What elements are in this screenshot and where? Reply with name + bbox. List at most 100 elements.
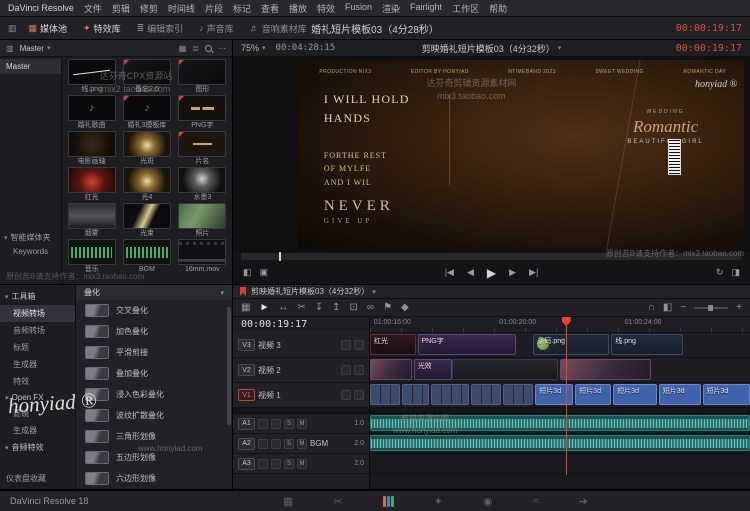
- marker-icon[interactable]: ◆: [401, 302, 409, 313]
- track-header-v3[interactable]: V3 视频 3: [233, 333, 369, 358]
- timeline-clip[interactable]: [430, 384, 469, 405]
- match-frame-icon[interactable]: ▣: [260, 267, 269, 278]
- toolbar-effects-library-button[interactable]: ✦ 特效库: [75, 17, 129, 39]
- transition-item[interactable]: 加色叠化: [76, 321, 232, 342]
- mute-icon[interactable]: M: [297, 438, 307, 449]
- overwrite-clip-icon[interactable]: ↥: [332, 302, 340, 313]
- page-fusion[interactable]: ✦: [434, 495, 443, 508]
- fx-sidebar-item[interactable]: 音频转场: [0, 322, 75, 339]
- menubar-item-4[interactable]: 时间线: [168, 2, 195, 15]
- clip-lane-v3[interactable]: 红光 PNG字 条码.png 线.png: [370, 333, 750, 358]
- track-header-v2[interactable]: V2 视频 2: [233, 358, 369, 383]
- menubar-item-5[interactable]: 片段: [205, 2, 223, 15]
- thumbnail-view-icon[interactable]: ▦: [179, 44, 187, 53]
- media-clip[interactable]: 烟雾: [64, 203, 119, 239]
- timeline-clip[interactable]: PNG字: [417, 334, 517, 355]
- track-badge-a3[interactable]: A3: [238, 457, 255, 470]
- record-arm-icon[interactable]: [258, 438, 268, 449]
- media-clip[interactable]: 图形: [175, 59, 230, 95]
- page-cut[interactable]: ✂: [333, 495, 342, 508]
- timeline-options-icon[interactable]: ▦: [241, 302, 250, 313]
- track-badge-a2[interactable]: A2: [238, 437, 255, 450]
- play-button[interactable]: ▶: [487, 266, 496, 280]
- clip-lane-v2[interactable]: 光效: [370, 358, 750, 383]
- timeline-clip[interactable]: [370, 384, 401, 405]
- app-menu[interactable]: DaVinci Resolve: [8, 3, 74, 13]
- media-clip[interactable]: 线.png: [64, 59, 119, 95]
- fx-sidebar-item[interactable]: 视频转场: [0, 305, 75, 322]
- replace-clip-icon[interactable]: ⊡: [350, 302, 358, 313]
- flag-icon[interactable]: ⚑: [383, 302, 392, 313]
- viewer-scrub-bar[interactable]: [241, 252, 742, 261]
- in-out-range-icon[interactable]: ◧: [243, 267, 252, 278]
- timeline-clip[interactable]: 条码.png: [533, 334, 610, 355]
- timeline-clip[interactable]: [451, 359, 559, 380]
- track-header-a1[interactable]: A1 S M 1.0: [233, 414, 369, 434]
- timeline-clip[interactable]: [470, 384, 502, 405]
- transition-item[interactable]: 叠加叠化: [76, 363, 232, 384]
- menubar-item-14[interactable]: 帮助: [489, 2, 507, 15]
- timeline-clip[interactable]: 短片3d: [702, 384, 750, 405]
- solo-icon[interactable]: S: [284, 418, 294, 429]
- menubar-item-11[interactable]: 渲染: [382, 2, 400, 15]
- clip-lane-a2[interactable]: [370, 434, 750, 454]
- media-clip[interactable]: 光4: [119, 167, 174, 203]
- viewer-playhead[interactable]: [278, 252, 281, 261]
- timeline-clip[interactable]: 红光: [370, 334, 416, 355]
- list-view-icon[interactable]: ≣: [192, 44, 199, 53]
- zoom-slider[interactable]: [694, 304, 729, 311]
- playhead[interactable]: [565, 317, 567, 475]
- automation-icon[interactable]: [271, 438, 281, 449]
- solo-icon[interactable]: S: [284, 438, 294, 449]
- record-arm-icon[interactable]: [258, 458, 268, 469]
- fx-section-header-1[interactable]: ▾ 工具箱: [0, 288, 75, 305]
- transition-item[interactable]: 交叉叠化: [76, 300, 232, 321]
- fx-sidebar-item[interactable]: 标题: [0, 339, 75, 356]
- page-fairlight[interactable]: ≈: [532, 495, 538, 507]
- track-header-a2[interactable]: A2 S M BGM 2.0: [233, 434, 369, 454]
- bin-master[interactable]: Master: [0, 59, 61, 74]
- page-media[interactable]: ▦: [283, 495, 293, 508]
- timeline-clip[interactable]: [402, 384, 429, 405]
- bin-selector[interactable]: Master ▾: [20, 44, 51, 53]
- timeline-clip[interactable]: 短片3d: [535, 384, 574, 405]
- timeline-clip[interactable]: 短片3d: [575, 384, 612, 405]
- menubar-item-9[interactable]: 特效: [317, 2, 335, 15]
- page-deliver[interactable]: ➔: [579, 495, 588, 508]
- track-header-a3[interactable]: A3 S M 2.0: [233, 454, 369, 474]
- fx-section-header-2[interactable]: ▾ Open FX: [0, 390, 75, 405]
- select-mode-icon[interactable]: ►: [259, 302, 269, 313]
- panel-toggle-icon[interactable]: ▥: [4, 23, 21, 34]
- menubar-item-10[interactable]: Fusion: [345, 2, 372, 15]
- media-clip[interactable]: 电影画轴: [64, 131, 119, 167]
- lock-icon[interactable]: [341, 390, 351, 400]
- transition-item[interactable]: 五边形划像: [76, 447, 232, 468]
- more-options-icon[interactable]: ⋯: [218, 44, 226, 53]
- menubar-item-8[interactable]: 播放: [289, 2, 307, 15]
- favorites-item[interactable]: 仪表盘收藏: [6, 473, 46, 484]
- timeline-clip[interactable]: [370, 435, 750, 451]
- media-clip[interactable]: BGM: [119, 239, 174, 275]
- step-back-button[interactable]: ◀: [467, 267, 474, 278]
- smart-bins-section[interactable]: ▾ 智能媒体夹: [0, 230, 61, 245]
- timeline-clip[interactable]: 光效: [413, 359, 452, 380]
- toolbar-edit-index-button[interactable]: ≣ 编辑索引: [129, 17, 192, 39]
- mute-icon[interactable]: M: [297, 418, 307, 429]
- transition-item[interactable]: 三角形划像: [76, 426, 232, 447]
- media-clip[interactable]: 照片: [175, 203, 230, 239]
- timeline-clip[interactable]: [503, 384, 534, 405]
- jump-last-button[interactable]: ▶|: [529, 267, 538, 278]
- media-clip[interactable]: 水墨3: [175, 167, 230, 203]
- timeline-tab[interactable]: 剪映婚礼短片模板03（4分32秒） ▾: [251, 286, 376, 297]
- zoom-out-icon[interactable]: −: [680, 302, 686, 313]
- track-badge-a1[interactable]: A1: [238, 417, 255, 430]
- media-clip[interactable]: 婚礼歌曲: [64, 95, 119, 131]
- media-clip[interactable]: 光束: [119, 203, 174, 239]
- lock-icon[interactable]: [341, 365, 351, 375]
- fx-sidebar-item[interactable]: 滤镜: [0, 405, 75, 422]
- viewer-stage[interactable]: PRODUCTION NIX3 EDITOR BY HONYIAD NTIMEBAN…: [233, 57, 750, 252]
- media-clip[interactable]: 光斑: [119, 131, 174, 167]
- timeline-clip[interactable]: [370, 359, 412, 380]
- search-icon[interactable]: [205, 44, 212, 52]
- audio-monitor-icon[interactable]: ◧: [663, 302, 672, 313]
